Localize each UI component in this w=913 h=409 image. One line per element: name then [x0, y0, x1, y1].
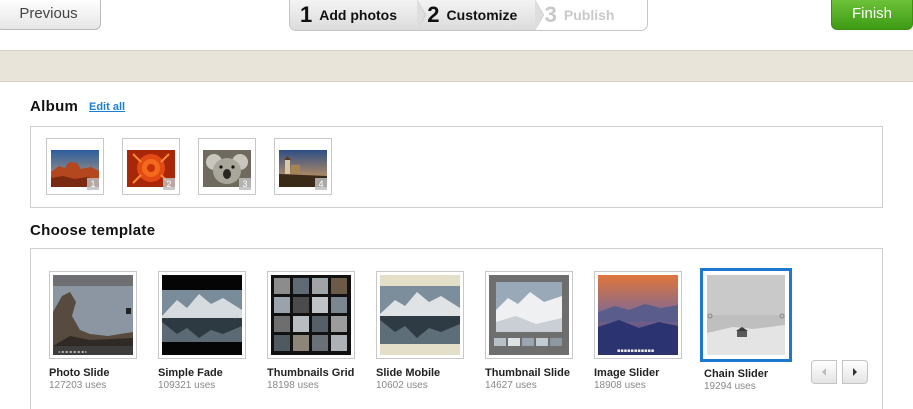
template-uses: 18908 uses	[594, 380, 646, 391]
template-thumbnail[interactable]: ‹ ›	[376, 271, 464, 359]
step-customize[interactable]: 2 Customize	[417, 0, 544, 30]
template-thumbnail[interactable]: ‹ ›	[158, 271, 246, 359]
wizard-steps: 1 Add photos 2 Customize 3 Publish	[289, 0, 648, 31]
svg-text:◂ ▪ ▪ ▪ ▪ ▪ ▪ ▸: ◂ ▪ ▪ ▪ ▪ ▪ ▪ ▸	[58, 349, 87, 354]
template-thumbnail[interactable]: ▪▪▪▪▪▪▪▪▪▪▪	[594, 271, 682, 359]
template-uses: 109321 uses	[158, 380, 216, 391]
template-thumbnail[interactable]: ◂ ▪ ▪ ▪ ▪ ▪ ▪ ▸	[49, 271, 137, 359]
album-photo[interactable]: 1	[46, 138, 104, 195]
template-thumbnail-slide[interactable]: Thumbnail Slide 14627 uses	[485, 271, 573, 391]
finish-button[interactable]: Finish	[831, 0, 913, 30]
album-photo[interactable]: 3	[198, 138, 256, 195]
header-band	[0, 50, 913, 82]
thumbnails-grid-preview	[271, 275, 351, 355]
template-uses: 127203 uses	[49, 380, 107, 391]
template-uses: 10602 uses	[376, 380, 428, 391]
template-name: Simple Fade	[158, 367, 223, 379]
step-separator-fill	[534, 0, 543, 30]
template-uses: 19294 uses	[704, 381, 756, 392]
album-title: Album	[30, 98, 79, 115]
template-name: Image Slider	[594, 367, 660, 379]
template-chain-slider[interactable]: Chain Slider 19294 uses	[700, 268, 792, 392]
svg-text:‹: ‹	[383, 310, 386, 319]
svg-text:‹: ‹	[165, 312, 168, 321]
previous-button[interactable]: Previous	[0, 0, 101, 30]
template-title: Choose template	[30, 222, 156, 239]
step-number: 1	[300, 1, 313, 27]
step-label: Customize	[446, 6, 518, 23]
template-simple-fade[interactable]: ‹ › Simple Fade 109321 uses	[158, 271, 246, 391]
template-name: Chain Slider	[704, 368, 769, 380]
template-photo-slide[interactable]: ◂ ▪ ▪ ▪ ▪ ▪ ▪ ▸ Photo Slide 127203 uses	[49, 271, 137, 391]
template-image-slider[interactable]: ▪▪▪▪▪▪▪▪▪▪▪ Image Slider 18908 uses	[594, 271, 682, 391]
photo-index-badge: 3	[239, 178, 251, 190]
template-thumbnail[interactable]	[485, 271, 573, 359]
template-uses: 18198 uses	[267, 380, 319, 391]
template-name: Thumbnail Slide	[485, 367, 570, 379]
step-number: 2	[427, 1, 440, 27]
step-publish: 3 Publish	[534, 0, 647, 30]
svg-text:›: ›	[453, 310, 456, 319]
photo-index-badge: 2	[163, 178, 175, 190]
simple-fade-preview: ‹ ›	[162, 275, 242, 355]
svg-text:▪▪▪▪▪▪▪▪▪▪▪: ▪▪▪▪▪▪▪▪▪▪▪	[617, 348, 654, 354]
template-uses: 14627 uses	[485, 380, 537, 391]
svg-text:›: ›	[235, 312, 238, 321]
step-label: Publish	[563, 6, 615, 23]
image-slider-preview: ▪▪▪▪▪▪▪▪▪▪▪	[598, 275, 678, 355]
slide-mobile-preview: ‹ ›	[380, 275, 460, 355]
photo-index-badge: 4	[315, 178, 327, 190]
carousel-prev-button[interactable]	[811, 360, 837, 384]
template-thumbnail[interactable]	[267, 271, 355, 359]
chevron-right-icon	[853, 368, 857, 376]
top-toolbar: Previous 1 Add photos 2 Customize 3 Publ…	[0, 0, 913, 50]
step-number: 3	[544, 1, 557, 27]
template-name: Photo Slide	[49, 367, 110, 379]
step-label: Add photos	[319, 6, 398, 23]
album-photo[interactable]: 4	[274, 138, 332, 195]
template-thumbnails-grid[interactable]: Thumbnails Grid 18198 uses	[267, 271, 355, 391]
step-add-photos[interactable]: 1 Add photos	[290, 0, 427, 30]
edit-all-link[interactable]: Edit all	[89, 101, 125, 113]
template-name: Thumbnails Grid	[267, 367, 355, 379]
photo-index-badge: 1	[87, 178, 99, 190]
carousel-next-button[interactable]	[842, 360, 868, 384]
chain-slider-preview	[707, 275, 785, 355]
album-photo[interactable]: 2	[122, 138, 180, 195]
step-separator-fill	[417, 0, 426, 30]
photo-slide-preview: ◂ ▪ ▪ ▪ ▪ ▪ ▪ ▸	[53, 275, 133, 355]
chevron-left-icon	[822, 368, 826, 376]
template-slide-mobile[interactable]: ‹ › Slide Mobile 10602 uses	[376, 271, 464, 391]
thumbnail-slide-preview	[489, 275, 569, 355]
template-thumbnail[interactable]	[700, 268, 792, 362]
template-name: Slide Mobile	[376, 367, 441, 379]
